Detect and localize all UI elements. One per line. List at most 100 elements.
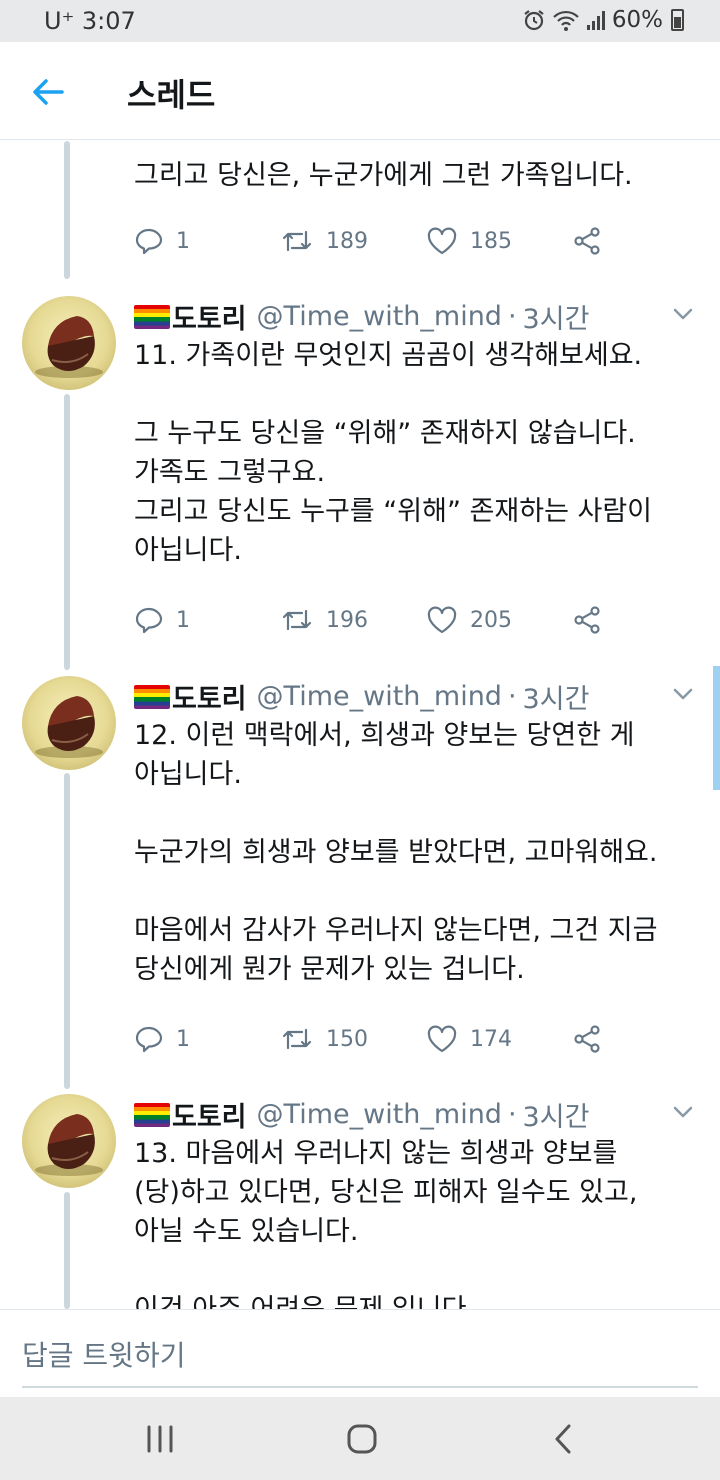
tweet-line: 누군가의 희생과 양보를 받았다면, 고마워해요. (134, 837, 658, 868)
home-button[interactable] (340, 1417, 384, 1461)
tweet-text: 그리고 당신은, 누군가에게 그런 가족입니다. (134, 156, 704, 195)
tweet-line: 그 누구도 당신을 “위해” 존재하지 않습니다. (134, 418, 636, 449)
avatar[interactable] (22, 296, 116, 390)
acorn-avatar-icon (35, 1114, 103, 1176)
tweet-text: 13. 마음에서 우러나지 않는 희생과 양보를 (당)하고 있다면, 당신은 … (134, 1134, 704, 1309)
system-back-button[interactable] (542, 1417, 586, 1461)
tweet-line: 이건 아주 어려운 문제 입니다. (134, 1290, 704, 1309)
retweet-button[interactable]: 196 (280, 600, 368, 640)
battery-icon (671, 9, 684, 31)
author-handle[interactable]: @Time_with_mind (257, 1099, 502, 1130)
acorn-avatar-icon (35, 696, 103, 758)
reply-icon (135, 1026, 163, 1053)
tweet-menu-button[interactable] (668, 299, 698, 329)
tweet-menu-button[interactable] (668, 1097, 698, 1127)
rainbow-flag-icon (134, 304, 170, 329)
chevron-down-icon (673, 308, 693, 320)
signal-icon (586, 11, 605, 30)
tweet-line: 마음에서 감사가 우러나지 않는다면, 그건 지금 (134, 915, 658, 946)
author-name[interactable]: 도토리 (172, 677, 247, 716)
like-button[interactable]: 174 (426, 1019, 512, 1059)
meta-separator: · (507, 1099, 517, 1130)
retweet-button[interactable]: 189 (280, 221, 368, 261)
thread-timeline[interactable]: 그리고 당신은, 누군가에게 그런 가족입니다. 1 189 185 도토리 @… (0, 141, 720, 1309)
share-icon (574, 606, 600, 634)
rainbow-flag-icon (134, 684, 170, 709)
reply-button[interactable]: 1 (134, 221, 190, 261)
system-nav-bar (0, 1397, 720, 1480)
reply-composer: 답글 트윗하기 (0, 1309, 720, 1397)
reply-icon (135, 228, 163, 255)
chevron-left-icon (555, 1424, 571, 1454)
tweet-text: 12. 이런 맥락에서, 희생과 양보는 당연한 게 아닙니다. 누군가의 희생… (134, 716, 704, 989)
avatar[interactable] (22, 1094, 116, 1188)
like-count: 174 (470, 1026, 512, 1052)
like-button[interactable]: 205 (426, 600, 512, 640)
tweet[interactable]: 도토리 @Time_with_mind · 3시간 11. 가족이란 무엇인지 … (0, 291, 720, 671)
clock: 3:07 (81, 7, 136, 35)
tweet-line: 아닙니다. (134, 535, 242, 566)
reply-button[interactable]: 1 (134, 600, 190, 640)
reply-button[interactable]: 1 (134, 1019, 190, 1059)
retweet-icon (282, 230, 312, 252)
tweet-time: 3시간 (522, 1102, 590, 1133)
tweet-line: 그리고 당신도 누구를 “위해” 존재하는 사람이 (134, 496, 653, 527)
rainbow-flag-icon (134, 1102, 170, 1127)
tweet-actions: 1 196 205 (134, 600, 614, 640)
tweet-line: 아닐 수도 있습니다. (134, 1216, 359, 1247)
tweet[interactable]: 그리고 당신은, 누군가에게 그런 가족입니다. 1 189 185 (0, 141, 720, 291)
home-icon (347, 1424, 377, 1454)
status-bar: U⁺ 3:07 60% (0, 0, 720, 42)
tweet-header: 도토리 @Time_with_mind · 3시간 (134, 1095, 589, 1134)
tweet-line: 12. 이런 맥락에서, 희생과 양보는 당연한 게 (134, 720, 635, 751)
chevron-down-icon (673, 1106, 693, 1118)
share-icon (574, 1025, 600, 1053)
author-name[interactable]: 도토리 (172, 297, 247, 336)
reply-input-underline (22, 1386, 698, 1388)
reply-icon (135, 607, 163, 634)
avatar[interactable] (22, 676, 116, 770)
recent-apps-icon (147, 1425, 173, 1453)
retweet-icon (282, 1028, 312, 1050)
reply-count: 1 (176, 228, 190, 254)
arrow-left-icon (33, 79, 64, 105)
tweet-actions: 1 189 185 (134, 221, 614, 261)
tweet-line: 아닙니다. (134, 759, 242, 790)
tweet[interactable]: 도토리 @Time_with_mind · 3시간 13. 마음에서 우러나지 … (0, 1089, 720, 1309)
back-button[interactable] (24, 68, 72, 116)
author-name[interactable]: 도토리 (172, 1095, 247, 1134)
author-handle[interactable]: @Time_with_mind (257, 681, 502, 712)
acorn-avatar-icon (35, 316, 103, 378)
app-header: 스레드 (0, 42, 720, 140)
carrier-label: U⁺ (44, 7, 75, 35)
tweet-header: 도토리 @Time_with_mind · 3시간 (134, 677, 589, 716)
share-button[interactable] (572, 600, 602, 640)
wifi-icon (553, 10, 579, 31)
share-button[interactable] (572, 1019, 602, 1059)
share-button[interactable] (572, 221, 602, 261)
retweet-count: 196 (326, 607, 368, 633)
tweet-menu-button[interactable] (668, 679, 698, 709)
scrollbar-thumb[interactable] (713, 666, 720, 790)
status-left: U⁺ 3:07 (44, 7, 136, 35)
tweet-time: 3시간 (522, 304, 590, 335)
meta-separator: · (507, 681, 517, 712)
tweet[interactable]: 도토리 @Time_with_mind · 3시간 12. 이런 맥락에서, 희… (0, 671, 720, 1089)
author-handle[interactable]: @Time_with_mind (257, 301, 502, 332)
retweet-button[interactable]: 150 (280, 1019, 368, 1059)
reply-input[interactable]: 답글 트윗하기 (22, 1334, 185, 1374)
like-button[interactable]: 185 (426, 221, 512, 261)
chevron-down-icon (673, 688, 693, 700)
tweet-line: 13. 마음에서 우러나지 않는 희생과 양보를 (134, 1138, 618, 1169)
heart-icon (427, 1025, 457, 1053)
retweet-icon (282, 609, 312, 631)
meta-separator: · (507, 301, 517, 332)
recent-apps-button[interactable] (138, 1417, 182, 1461)
battery-percent: 60% (611, 7, 663, 33)
share-icon (574, 227, 600, 255)
page-title: 스레드 (127, 76, 216, 114)
